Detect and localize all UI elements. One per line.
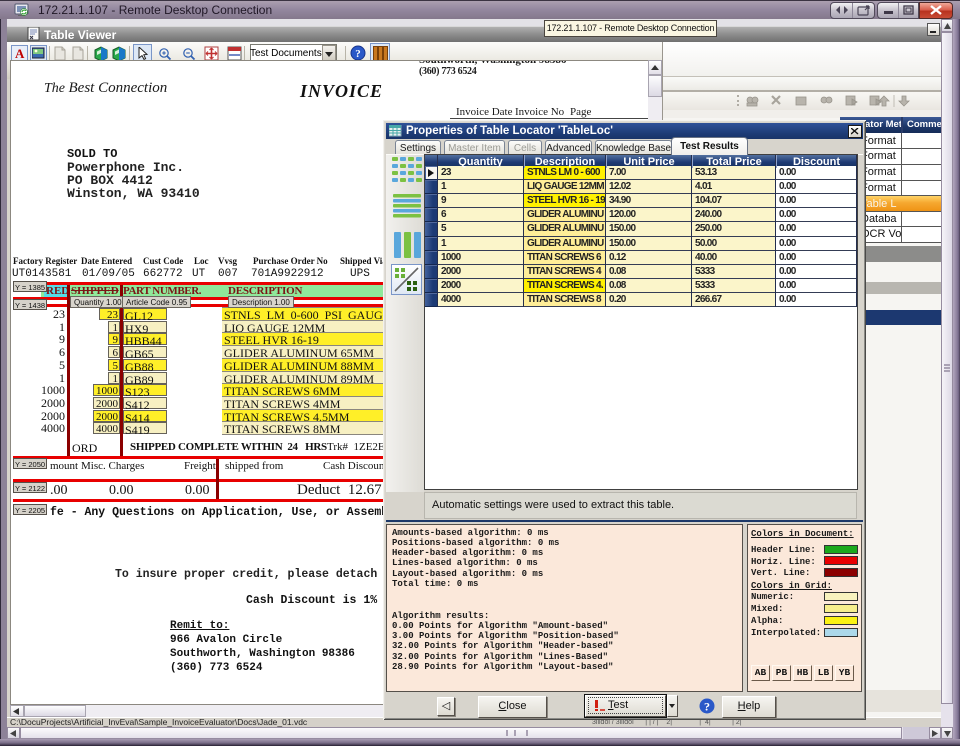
svg-text:?: ? — [355, 48, 361, 60]
svg-text:?: ? — [704, 700, 710, 714]
